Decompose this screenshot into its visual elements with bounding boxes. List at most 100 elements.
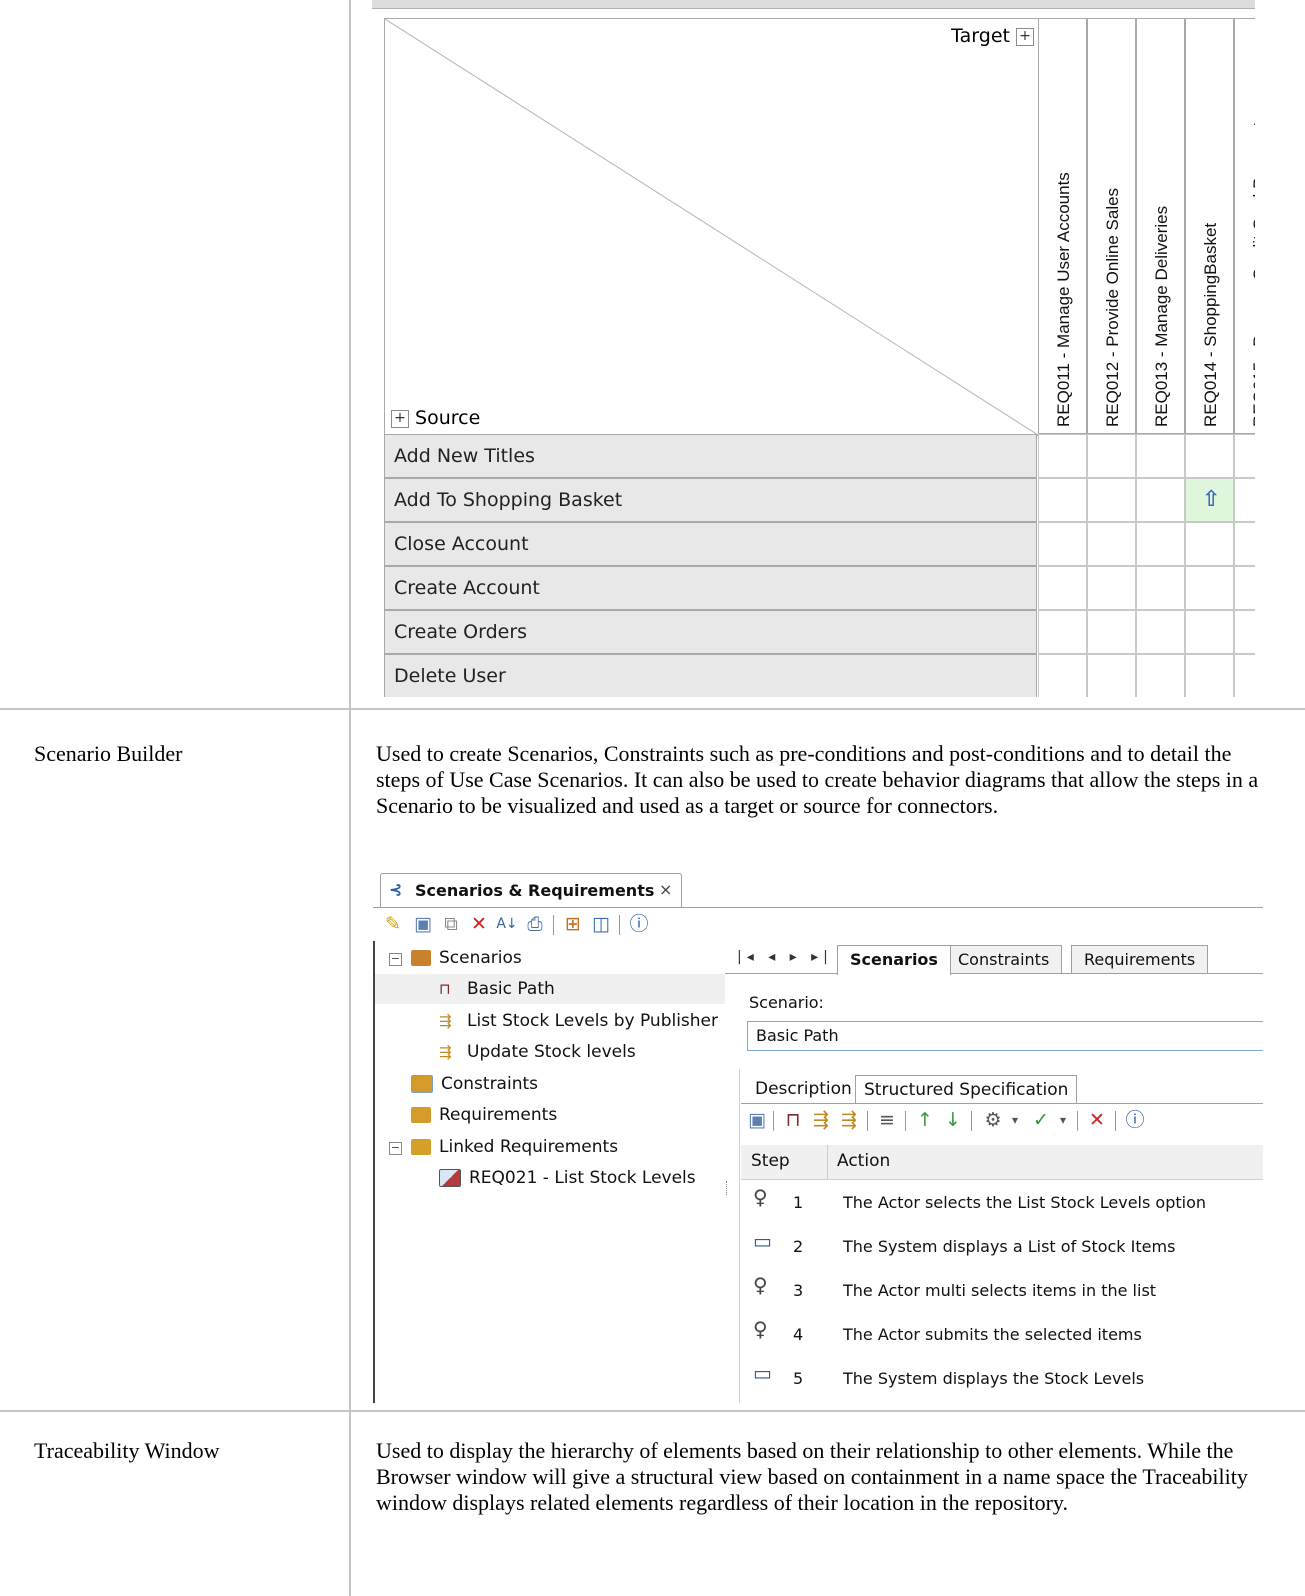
help-icon[interactable]: ⓘ bbox=[1123, 1108, 1147, 1132]
column-separator bbox=[827, 1145, 828, 1179]
matrix-column-header[interactable]: REQ011 - Manage User Accounts bbox=[1038, 18, 1087, 434]
tree-item-basic-path[interactable]: ⊓ Basic Path bbox=[373, 974, 725, 1004]
step-row[interactable]: ▭ 2 The System displays a List of Stock It… bbox=[741, 1225, 1263, 1269]
record-navigation[interactable]: |◂ ◂ ▸ ▸| bbox=[737, 949, 833, 965]
tab-scenarios[interactable]: Scenarios bbox=[837, 945, 951, 975]
matrix-row-header[interactable]: Create Orders bbox=[384, 610, 1037, 654]
matrix-cell[interactable] bbox=[1234, 566, 1255, 610]
matrix-row-header[interactable]: Add To Shopping Basket bbox=[384, 478, 1037, 522]
close-icon[interactable]: × bbox=[659, 880, 672, 899]
matrix-cell[interactable] bbox=[1136, 434, 1185, 478]
matrix-row-header[interactable]: Add New Titles bbox=[384, 434, 1037, 478]
exception-path-icon[interactable]: ⇶ bbox=[837, 1108, 861, 1132]
column-header-label: REQ012 - Provide Online Sales bbox=[1103, 187, 1122, 427]
matrix-cell[interactable] bbox=[1038, 522, 1087, 566]
hierarchy-icon[interactable]: ⊞ bbox=[561, 912, 585, 936]
matrix-cell[interactable] bbox=[1234, 478, 1255, 522]
copy-icon[interactable]: ⧉ bbox=[439, 912, 463, 936]
matrix-cell[interactable] bbox=[1136, 522, 1185, 566]
scenarios-requirements-tab[interactable]: ⊰ Scenarios & Requirements × bbox=[380, 873, 682, 908]
matrix-cell[interactable] bbox=[1136, 654, 1185, 697]
target-expand-button[interactable]: + bbox=[1016, 27, 1034, 46]
chevron-down-icon[interactable]: ▾ bbox=[1003, 1108, 1027, 1132]
step-action: The Actor multi selects items in the lis… bbox=[843, 1281, 1157, 1300]
matrix-cell[interactable] bbox=[1136, 478, 1185, 522]
tree-item-update-stock[interactable]: ⇶ Update Stock levels bbox=[439, 1037, 636, 1067]
matrix-cell[interactable] bbox=[1234, 654, 1255, 697]
save-icon[interactable]: ▣ bbox=[411, 912, 435, 936]
matrix-cell[interactable] bbox=[1087, 478, 1136, 522]
matrix-cell[interactable] bbox=[1185, 566, 1234, 610]
step-row[interactable]: ♀ 3 The Actor multi selects items in the l… bbox=[741, 1269, 1263, 1313]
tree-item-requirements[interactable]: Requirements bbox=[411, 1100, 557, 1130]
matrix-cell[interactable] bbox=[1136, 566, 1185, 610]
tree-item-constraints[interactable]: Constraints bbox=[411, 1069, 538, 1099]
matrix-cell[interactable]: ⇧ bbox=[1185, 478, 1234, 522]
matrix-cell[interactable] bbox=[1234, 434, 1255, 478]
layout-icon[interactable]: ◫ bbox=[589, 912, 613, 936]
new-scenario-icon[interactable]: ✎ bbox=[381, 912, 405, 936]
matrix-column-header[interactable]: REQ013 - Manage Deliveries bbox=[1136, 18, 1185, 434]
tab-constraints[interactable]: Constraints bbox=[945, 945, 1063, 974]
tab-requirements[interactable]: Requirements bbox=[1071, 945, 1209, 974]
matrix-column-header[interactable]: REQ012 - Provide Online Sales bbox=[1087, 18, 1136, 434]
tree-item-linked-requirements[interactable]: Linked Requirements bbox=[411, 1132, 618, 1162]
generate-diagram-icon[interactable]: ⚙ bbox=[981, 1108, 1005, 1132]
step-row[interactable]: ♀ 1 The Actor selects the List Stock Level… bbox=[741, 1181, 1263, 1225]
print-icon[interactable]: ⎙ bbox=[523, 912, 547, 936]
matrix-cell[interactable] bbox=[1185, 610, 1234, 654]
matrix-column-header[interactable]: REQ014 - ShoppingBasket bbox=[1185, 18, 1234, 434]
alternate-path-icon[interactable]: ⇶ bbox=[809, 1108, 833, 1132]
tree-item-scenarios[interactable]: Scenarios bbox=[411, 943, 522, 973]
step-action: The Actor selects the List Stock Levels … bbox=[843, 1193, 1207, 1212]
toolbar-separator bbox=[905, 1111, 906, 1131]
matrix-cell[interactable] bbox=[1087, 566, 1136, 610]
matrix-cell[interactable] bbox=[1038, 654, 1087, 697]
step-row[interactable]: ♀ 4 The Actor submits the selected items bbox=[741, 1313, 1263, 1357]
delete-icon[interactable]: ✕ bbox=[467, 912, 491, 936]
matrix-cell[interactable] bbox=[1038, 566, 1087, 610]
matrix-row-header[interactable]: Close Account bbox=[384, 522, 1037, 566]
save-icon[interactable]: ▣ bbox=[745, 1108, 769, 1132]
matrix-cell[interactable] bbox=[1234, 610, 1255, 654]
matrix-cell[interactable] bbox=[1234, 522, 1255, 566]
tree-item-list-stock[interactable]: ⇶ List Stock Levels by Publisher bbox=[439, 1006, 718, 1036]
sort-icon[interactable]: A↓ bbox=[495, 912, 519, 936]
matrix-cell[interactable] bbox=[1038, 478, 1087, 522]
tab-structured-specification[interactable]: Structured Specification bbox=[855, 1075, 1078, 1104]
collapse-scenarios-icon[interactable]: − bbox=[389, 953, 402, 966]
matrix-cell[interactable] bbox=[1087, 654, 1136, 697]
tree-item-req021[interactable]: REQ021 - List Stock Levels bbox=[439, 1163, 696, 1193]
chevron-down-icon[interactable]: ▾ bbox=[1051, 1108, 1075, 1132]
scenario-name-input[interactable]: Basic Path bbox=[747, 1021, 1263, 1051]
delete-icon[interactable]: ✕ bbox=[1085, 1108, 1109, 1132]
indent-icon[interactable]: ≡ bbox=[875, 1108, 899, 1132]
step-action: The System displays the Stock Levels bbox=[843, 1369, 1145, 1388]
matrix-cell[interactable] bbox=[1185, 654, 1234, 697]
toolbar-separator bbox=[867, 1111, 868, 1131]
step-number: 4 bbox=[793, 1325, 804, 1344]
matrix-cell[interactable] bbox=[1038, 610, 1087, 654]
check-icon[interactable]: ✓ bbox=[1029, 1108, 1053, 1132]
matrix-cell[interactable] bbox=[1087, 522, 1136, 566]
matrix-cell[interactable] bbox=[1087, 434, 1136, 478]
matrix-row-header[interactable]: Delete User bbox=[384, 654, 1037, 697]
column-header-label: REQ011 - Manage User Accounts bbox=[1054, 172, 1073, 427]
move-down-icon[interactable]: ↓ bbox=[941, 1108, 965, 1132]
insert-step-icon[interactable]: ⊓ bbox=[781, 1108, 805, 1132]
matrix-cell[interactable] bbox=[1038, 434, 1087, 478]
scenario-field-label: Scenario: bbox=[749, 993, 824, 1012]
matrix-column-header[interactable]: REQ015 - Process Credit Card Payment bbox=[1234, 18, 1255, 434]
matrix-cell[interactable] bbox=[1136, 610, 1185, 654]
collapse-linked-icon[interactable]: − bbox=[389, 1142, 402, 1155]
tab-description[interactable]: Description bbox=[747, 1075, 860, 1103]
help-icon[interactable]: ⓘ bbox=[627, 912, 651, 936]
source-expand-button[interactable]: + bbox=[391, 409, 409, 428]
matrix-cell[interactable] bbox=[1185, 434, 1234, 478]
matrix-row-header[interactable]: Create Account bbox=[384, 566, 1037, 610]
move-up-icon[interactable]: ↑ bbox=[913, 1108, 937, 1132]
matrix-cell[interactable] bbox=[1185, 522, 1234, 566]
spec-left-edge bbox=[739, 1069, 740, 1403]
matrix-cell[interactable] bbox=[1087, 610, 1136, 654]
step-row[interactable]: ▭ 5 The System displays the Stock Levels bbox=[741, 1357, 1263, 1401]
